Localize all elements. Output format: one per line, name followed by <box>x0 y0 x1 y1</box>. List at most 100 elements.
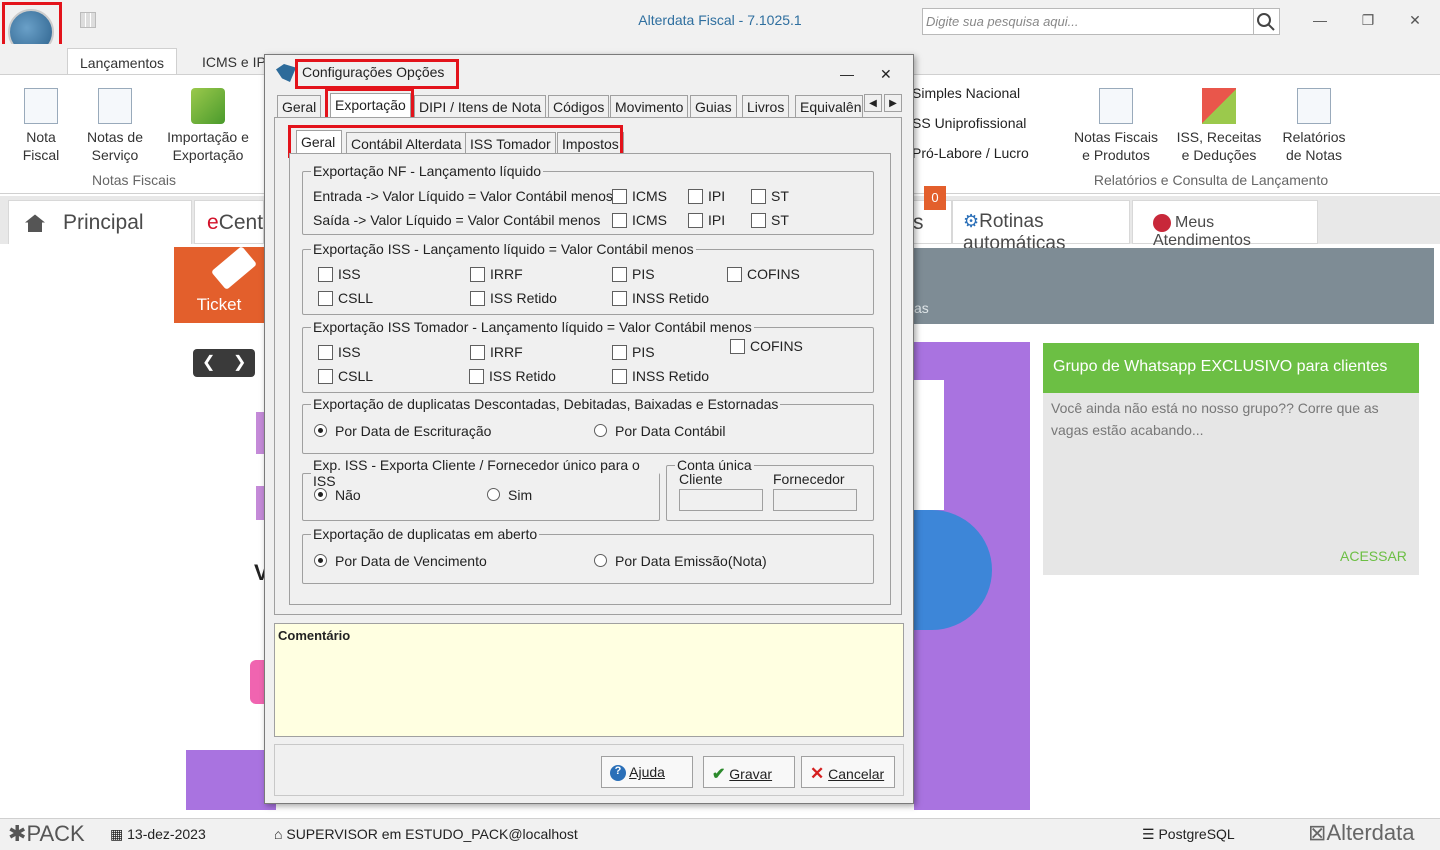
group-relatorios: Relatórios e Consulta de Lançamento <box>1093 172 1329 188</box>
comment-textarea[interactable] <box>274 623 904 737</box>
dlg-tab-movimento[interactable]: Movimento <box>610 95 689 117</box>
importacao-button[interactable]: Importação e Exportação <box>160 88 256 164</box>
iss-iss-retido-checkbox[interactable] <box>470 291 485 306</box>
status-db: ☰ PostgreSQL <box>1142 826 1235 843</box>
tab-scroll-right-icon[interactable]: ▶ <box>884 94 902 112</box>
subtab-impostos[interactable]: Impostos <box>557 132 624 154</box>
ss-uniprofissional-button[interactable]: SS Uniprofissional <box>912 115 1026 131</box>
tab-principal-label: Principal <box>63 211 144 234</box>
search-input[interactable]: Digite sua pesquisa aqui... <box>922 8 1254 35</box>
nf-saida-icms-checkbox[interactable] <box>612 213 627 228</box>
expiss-sim-radio[interactable] <box>487 488 500 501</box>
isst-pis-checkbox[interactable] <box>612 345 627 360</box>
notas-produtos-button[interactable]: Notas Fiscais e Produtos <box>1068 88 1164 164</box>
nf-saida-ipi-checkbox[interactable] <box>688 213 703 228</box>
app-title: Alterdata Fiscal - 7.1025.1 <box>638 12 802 28</box>
dlg-tab-equivalencias[interactable]: Equivalên <box>795 95 863 117</box>
tab-principal[interactable]: Principal <box>8 200 192 244</box>
nf-saida-st-checkbox[interactable] <box>751 213 766 228</box>
iss-cofins-checkbox[interactable] <box>727 267 742 282</box>
search-button[interactable] <box>1254 8 1280 35</box>
cancelar-button[interactable]: ✕ Cancelar <box>801 756 895 788</box>
group-duplicatas-legend: Exportação de duplicatas Descontadas, De… <box>313 396 779 412</box>
comment-label: Comentário <box>278 628 351 643</box>
whatsapp-access-link[interactable]: ACESSAR <box>1340 548 1407 564</box>
grid-icon[interactable] <box>80 12 96 28</box>
tab-lancamentos[interactable]: Lançamentos <box>67 48 178 75</box>
tab-ecentral-label: Cent <box>218 211 264 234</box>
iss-receitas-label: ISS, Receitas e Deduções <box>1176 129 1262 163</box>
dup-escrituracao-radio[interactable] <box>314 424 327 437</box>
iss-iss-checkbox[interactable] <box>318 267 333 282</box>
dlg-tab-livros[interactable]: Livros <box>742 95 790 117</box>
relatorios-label: Relatórios de Notas <box>1282 129 1346 163</box>
iss-csll-checkbox[interactable] <box>318 291 333 306</box>
isst-cofins-label: COFINS <box>750 338 803 354</box>
nf-entrada-ipi-checkbox[interactable] <box>688 189 703 204</box>
tab-rotinas[interactable]: ⚙Rotinas automáticas <box>952 200 1130 254</box>
nota-fiscal-button[interactable]: Nota Fiscal <box>12 88 70 164</box>
calendar-icon: ▦ <box>110 826 128 842</box>
iss-pis-label: PIS <box>632 266 655 282</box>
expiss-nao-label: Não <box>335 487 361 503</box>
dlg-tab-guias[interactable]: Guias <box>690 95 737 117</box>
gravar-button[interactable]: ✔ Gravar <box>703 756 795 788</box>
isst-pis-label: PIS <box>632 344 655 360</box>
subtab-geral[interactable]: Geral <box>296 130 342 154</box>
isst-iss-checkbox[interactable] <box>318 345 333 360</box>
dlg-tab-codigos[interactable]: Códigos <box>548 95 610 117</box>
gravar-label: Gravar <box>729 766 773 782</box>
pro-labore-button[interactable]: Pró-Labore / Lucro <box>912 145 1029 161</box>
chevron-left-icon[interactable]: ❮ <box>202 352 215 372</box>
iss-pis-checkbox[interactable] <box>612 267 627 282</box>
tab-atendimentos[interactable]: Meus Atendimentos <box>1132 200 1318 249</box>
iss-irrf-checkbox[interactable] <box>470 267 485 282</box>
isst-irrf-checkbox[interactable] <box>470 345 485 360</box>
isst-inss-retido-label: INSS Retido <box>632 368 710 384</box>
chevron-right-icon[interactable]: ❯ <box>233 352 246 372</box>
subtab-iss-tomador[interactable]: ISS Tomador <box>465 132 556 154</box>
dlg-tab-exportacao[interactable]: Exportação <box>330 93 411 117</box>
puzzle-icon: ✱ <box>8 821 27 846</box>
isst-inss-retido-checkbox[interactable] <box>612 369 627 384</box>
conta-cliente-label: Cliente <box>679 471 723 487</box>
tab-ecentral[interactable]: eCent <box>194 200 264 244</box>
nf-entrada-st-checkbox[interactable] <box>751 189 766 204</box>
isst-csll-label: CSLL <box>338 368 374 384</box>
notas-servico-button[interactable]: Notas de Serviço <box>80 88 150 164</box>
x-icon: ✕ <box>810 764 825 783</box>
iss-receitas-button[interactable]: ISS, Receitas e Deduções <box>1172 88 1266 164</box>
dlg-tab-geral[interactable]: Geral <box>277 95 322 117</box>
isst-iss-retido-checkbox[interactable] <box>469 369 484 384</box>
iss-cofins-label: COFINS <box>747 266 800 282</box>
dialog-close-icon[interactable]: ✕ <box>880 66 892 83</box>
isst-csll-checkbox[interactable] <box>318 369 333 384</box>
gray-banner: as <box>906 248 1434 324</box>
minimize-icon[interactable]: — <box>1310 12 1330 30</box>
simples-nacional-button[interactable]: Simples Nacional <box>912 85 1020 101</box>
iss-inss-retido-checkbox[interactable] <box>612 291 627 306</box>
subtab-contabil[interactable]: Contábil Alterdata <box>346 132 467 154</box>
aberto-emissao-radio[interactable] <box>594 554 607 567</box>
ajuda-label: Ajuda <box>629 764 665 780</box>
conta-fornecedor-input[interactable] <box>773 489 857 511</box>
conta-cliente-input[interactable] <box>679 489 763 511</box>
nf-entrada-icms-checkbox[interactable] <box>612 189 627 204</box>
dup-contabil-radio[interactable] <box>594 424 607 437</box>
aberto-vencimento-radio[interactable] <box>314 554 327 567</box>
restore-icon[interactable]: ❐ <box>1358 12 1378 30</box>
isst-cofins-checkbox[interactable] <box>730 339 745 354</box>
iss-csll-label: CSLL <box>338 290 374 306</box>
ajuda-button[interactable]: ? Ajuda <box>601 756 693 788</box>
close-icon[interactable]: ✕ <box>1405 12 1425 30</box>
expiss-nao-radio[interactable] <box>314 488 327 501</box>
dialog-minimize-icon[interactable]: — <box>840 66 854 82</box>
dup-escrituracao-label: Por Data de Escrituração <box>335 423 492 439</box>
home-icon: ⌂ <box>274 826 287 842</box>
tab-scroll-left-icon[interactable]: ◀ <box>864 94 882 112</box>
alterdata-icon: ⊠ <box>1308 820 1327 845</box>
relatorios-button[interactable]: Relatórios de Notas <box>1272 88 1356 164</box>
expiss-sim-label: Sim <box>508 487 533 503</box>
dlg-tab-dipi[interactable]: DIPI / Itens de Nota <box>414 95 547 117</box>
status-db-label: PostgreSQL <box>1158 826 1235 842</box>
